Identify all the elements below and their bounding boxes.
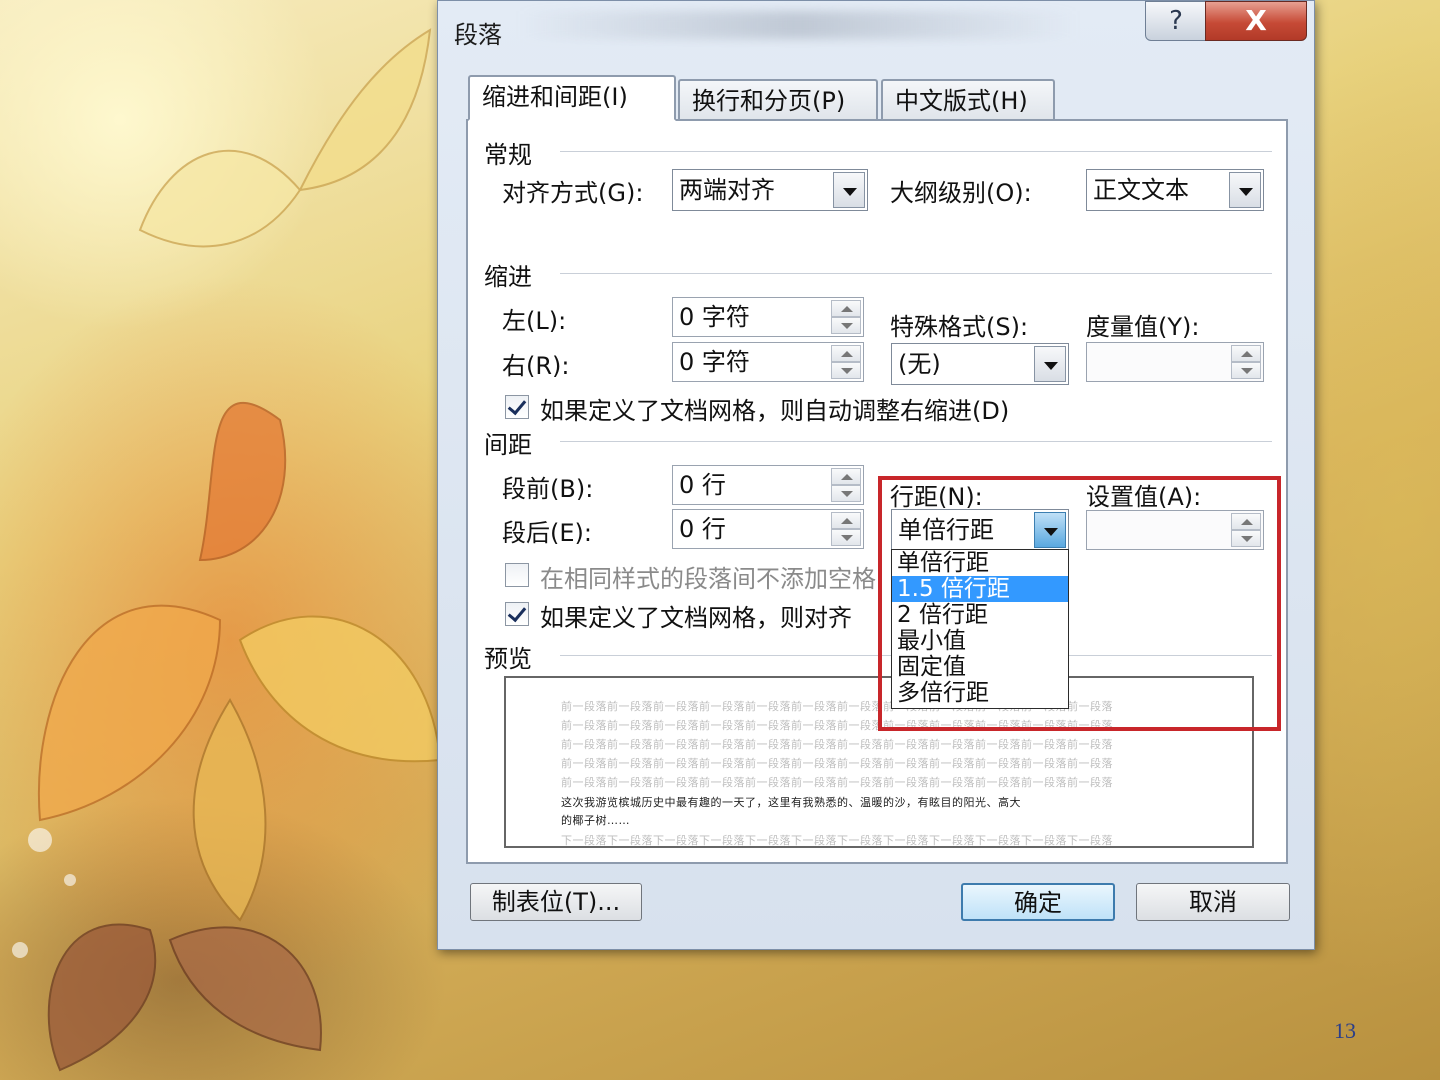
preview-heading: 预览 [484, 645, 532, 673]
spin-up-icon[interactable] [831, 512, 861, 529]
indent-left-label: 左(L): [502, 307, 567, 335]
special-format-label: 特殊格式(S): [890, 313, 1029, 341]
indent-heading: 缩进 [484, 263, 532, 291]
space-before-value: 0 行 [679, 471, 726, 499]
spin-down-icon[interactable] [1231, 362, 1261, 379]
butterfly-background-image [12, 28, 442, 1072]
auto-adjust-indent-checkbox[interactable] [505, 395, 529, 419]
section-divider [560, 273, 1272, 274]
spin-down-icon[interactable] [831, 485, 861, 502]
tab-chinese-typography[interactable]: 中文版式(H) [881, 79, 1055, 121]
space-before-spinner[interactable]: 0 行 [672, 465, 864, 505]
no-space-same-style-label[interactable]: 在相同样式的段落间不添加空格 [540, 559, 876, 594]
spin-up-icon[interactable] [831, 345, 861, 362]
spacing-heading: 间距 [484, 431, 532, 459]
section-divider [560, 441, 1272, 442]
indent-right-value: 0 字符 [679, 348, 750, 376]
general-heading: 常规 [484, 141, 532, 169]
chevron-down-icon[interactable] [1229, 172, 1261, 208]
spin-down-icon[interactable] [831, 529, 861, 546]
snap-to-grid-checkbox[interactable] [505, 602, 529, 626]
auto-adjust-indent-label[interactable]: 如果定义了文档网格，则自动调整右缩进(D) [540, 391, 1009, 426]
dialog-titlebar[interactable]: 段落 ? X [438, 1, 1314, 57]
space-after-label: 段后(E): [502, 519, 592, 547]
spin-up-icon[interactable] [831, 300, 861, 317]
help-button[interactable]: ? [1145, 1, 1207, 41]
spin-up-icon[interactable] [831, 468, 861, 485]
preview-body-text: 的椰子树…… [561, 814, 630, 827]
blurred-title-area [518, 11, 1078, 39]
space-after-value: 0 行 [679, 515, 726, 543]
alignment-select[interactable]: 两端对齐 [672, 169, 868, 211]
alignment-value: 两端对齐 [679, 176, 775, 204]
measure-label: 度量值(Y): [1086, 313, 1200, 341]
outline-level-value: 正文文本 [1093, 176, 1189, 204]
space-before-label: 段前(B): [502, 475, 594, 503]
tabs-button[interactable]: 制表位(T)... [470, 883, 642, 921]
indent-left-value: 0 字符 [679, 303, 750, 331]
preview-prev-text: 前一段落前一段落前一段落前一段落前一段落前一段落前一段落前一段落前一段落前一段落… [561, 776, 1113, 789]
outline-level-select[interactable]: 正文文本 [1086, 169, 1264, 211]
cancel-button[interactable]: 取消 [1136, 883, 1290, 921]
ok-button[interactable]: 确定 [961, 883, 1115, 921]
spin-down-icon[interactable] [831, 317, 861, 334]
chevron-down-icon[interactable] [1034, 346, 1066, 382]
tab-indent-spacing[interactable]: 缩进和间距(I) [468, 75, 676, 121]
no-space-same-style-checkbox[interactable] [505, 563, 529, 587]
special-format-value: (无) [898, 350, 941, 378]
indent-right-label: 右(R): [502, 352, 570, 380]
tab-line-page-breaks[interactable]: 换行和分页(P) [678, 79, 878, 121]
preview-prev-text: 前一段落前一段落前一段落前一段落前一段落前一段落前一段落前一段落前一段落前一段落… [561, 738, 1113, 751]
preview-prev-text: 前一段落前一段落前一段落前一段落前一段落前一段落前一段落前一段落前一段落前一段落… [561, 757, 1113, 770]
space-after-spinner[interactable]: 0 行 [672, 509, 864, 549]
red-highlight-annotation [878, 476, 1281, 731]
preview-body-text: 这次我游览槟城历史中最有趣的一天了，这里有我熟悉的、温暖的沙，有眩目的阳光、高大 [561, 796, 1021, 809]
close-button[interactable]: X [1205, 1, 1307, 41]
special-format-select[interactable]: (无) [891, 343, 1069, 385]
spin-down-icon[interactable] [831, 362, 861, 379]
alignment-label: 对齐方式(G): [502, 179, 644, 207]
chevron-down-icon[interactable] [833, 172, 865, 208]
indent-left-spinner[interactable]: 0 字符 [672, 297, 864, 337]
spin-up-icon[interactable] [1231, 345, 1261, 362]
measure-spinner[interactable] [1086, 342, 1264, 382]
section-divider [560, 151, 1272, 152]
paragraph-dialog: 段落 ? X 缩进和间距(I) 换行和分页(P) 中文版式(H) 常规 对齐方式… [437, 0, 1315, 950]
outline-level-label: 大纲级别(O): [890, 179, 1032, 207]
snap-to-grid-label[interactable]: 如果定义了文档网格，则对齐 [540, 598, 852, 633]
slide-page-number: 13 [1334, 1018, 1356, 1043]
preview-next-text: 下一段落下一段落下一段落下一段落下一段落下一段落下一段落下一段落下一段落下一段落… [561, 834, 1113, 847]
indent-right-spinner[interactable]: 0 字符 [672, 342, 864, 382]
dialog-title: 段落 [454, 21, 502, 49]
